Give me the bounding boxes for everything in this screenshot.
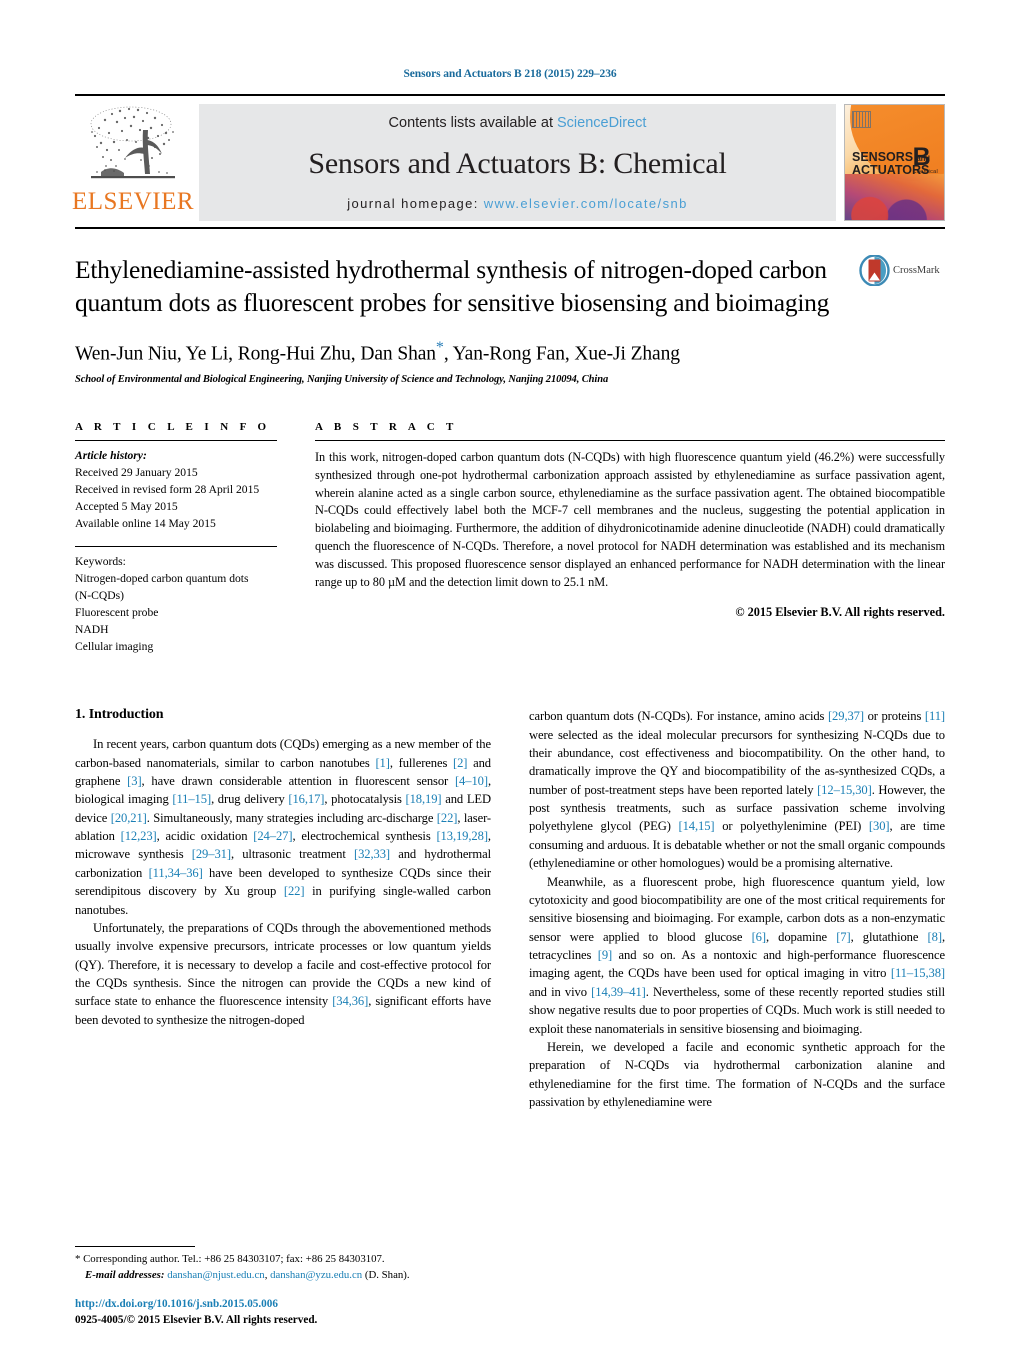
citation-reference[interactable]: [7] (836, 930, 850, 944)
history-item: Received 29 January 2015 (75, 465, 198, 479)
elsevier-tree-icon (90, 106, 175, 179)
email-owner: (D. Shan). (362, 1268, 410, 1281)
cover-letter-sub: Chemical (912, 169, 938, 175)
paragraph: carbon quantum dots (N-CQDs). For instan… (529, 709, 945, 871)
corresponding-author-marker: * (435, 339, 444, 357)
citation-reference[interactable]: [14,39–41] (591, 985, 646, 999)
history-item: Accepted 5 May 2015 (75, 499, 178, 513)
footnote-rule (75, 1246, 195, 1248)
cover-line1: SENSORS (852, 150, 914, 164)
citation-reference[interactable]: [6] (752, 930, 766, 944)
journal-article-first-page: Sensors and Actuators B 218 (2015) 229–2… (0, 0, 1020, 1351)
issn-copyright-line: 0925-4005/© 2015 Elsevier B.V. All right… (75, 1314, 318, 1327)
contents-list-line: Contents lists available at ScienceDirec… (389, 115, 647, 131)
email-link-2[interactable]: danshan@yzu.edu.cn (270, 1269, 362, 1281)
citation-reference[interactable]: [1] (375, 756, 389, 770)
citation-reference[interactable]: [11,34–36] (149, 866, 203, 880)
keywords-label: Keywords: (75, 554, 126, 568)
article-info-column: A R T I C L E I N F O Article history: R… (75, 421, 315, 655)
citation-reference[interactable]: [16,17] (288, 792, 324, 806)
keyword-item: Nitrogen-doped carbon quantum dots (75, 571, 249, 585)
citation-reference[interactable]: [29,37] (828, 709, 864, 723)
citation-reference[interactable]: [32,33] (354, 847, 390, 861)
sciencedirect-link[interactable]: ScienceDirect (557, 115, 646, 131)
paragraph: Meanwhile, as a fluorescent probe, high … (529, 874, 945, 1036)
keywords-block: Keywords: Nitrogen-doped carbon quantum … (75, 547, 277, 655)
doi-link[interactable]: http://dx.doi.org/10.1016/j.snb.2015.05.… (75, 1297, 317, 1313)
citation-reference[interactable]: [20,21] (111, 811, 147, 825)
journal-title: Sensors and Actuators B: Chemical (308, 146, 727, 180)
citation-reference[interactable]: [29–31] (192, 847, 231, 861)
crossmark-label: CrossMark (893, 265, 940, 276)
journal-banner-center: Contents lists available at ScienceDirec… (199, 104, 836, 221)
body-columns: 1. Introduction In recent years, carbon … (75, 707, 945, 1111)
keyword-item: Cellular imaging (75, 640, 154, 654)
citation-reference[interactable]: [9] (598, 948, 612, 962)
cover-elsevier-mark-icon (852, 111, 871, 128)
citation-reference[interactable]: [11–15] (172, 792, 211, 806)
history-item: Available online 14 May 2015 (75, 516, 216, 530)
citation-reference[interactable]: [3] (127, 774, 141, 788)
citation-reference[interactable]: [12,23] (121, 829, 157, 843)
citation-reference[interactable]: [18,19] (406, 792, 442, 806)
title-block: Ethylenediamine-assisted hydrothermal sy… (75, 229, 945, 319)
keyword-item: (N-CQDs) (75, 589, 124, 602)
abstract-text: In this work, nitrogen-doped carbon quan… (315, 449, 945, 590)
citation-reference[interactable]: [8] (928, 930, 942, 944)
journal-homepage-line: journal homepage: www.elsevier.com/locat… (347, 196, 687, 211)
citation-reference[interactable]: [11] (925, 709, 945, 723)
citation-reference[interactable]: [30] (869, 819, 890, 833)
author-list: Wen-Jun Niu, Ye Li, Rong-Hui Zhu, Dan Sh… (75, 339, 945, 366)
body-column-right: carbon quantum dots (N-CQDs). For instan… (529, 707, 945, 1111)
history-item: Received in revised form 28 April 2015 (75, 482, 260, 496)
citation-reference[interactable]: [11–15,38] (891, 966, 945, 980)
citation-reference[interactable]: [22] (284, 884, 305, 898)
paragraph: Herein, we developed a facile and econom… (529, 1039, 945, 1109)
citation-reference[interactable]: [12–15,30] (817, 783, 872, 797)
keyword-item: Fluorescent probe (75, 606, 159, 620)
keyword-item: NADH (75, 623, 109, 637)
paragraph: In recent years, carbon quantum dots (CQ… (75, 737, 492, 917)
journal-homepage-link[interactable]: www.elsevier.com/locate/snb (484, 196, 688, 211)
email-label: E-mail addresses: (85, 1268, 165, 1281)
article-info-heading: A R T I C L E I N F O (75, 420, 271, 433)
citation-reference[interactable]: [13,19,28] (436, 829, 488, 843)
doi-block: http://dx.doi.org/10.1016/j.snb.2015.05.… (75, 1297, 317, 1329)
page-title: Ethylenediamine-assisted hydrothermal sy… (75, 255, 830, 318)
elsevier-wordmark: ELSEVIER (71, 188, 195, 215)
article-history-label: Article history: (75, 448, 147, 462)
footnote-block: * Corresponding author. Tel.: +86 25 843… (75, 1246, 485, 1283)
abstract-copyright: © 2015 Elsevier B.V. All rights reserved… (735, 604, 945, 619)
citation-reference[interactable]: [22] (437, 811, 458, 825)
citation-reference[interactable]: [34,36] (332, 994, 368, 1008)
abstract-column: A B S T R A C T In this work, nitrogen-d… (315, 421, 945, 655)
author-affiliation: School of Environmental and Biological E… (75, 373, 609, 385)
email-note: E-mail addresses: danshan@njust.edu.cn, … (75, 1268, 485, 1283)
section-heading-introduction: 1. Introduction (75, 707, 164, 723)
crossmark-icon (859, 255, 890, 286)
citation-reference[interactable]: [4–10] (455, 774, 488, 788)
email-link-1[interactable]: danshan@njust.edu.cn (167, 1269, 265, 1281)
paragraph: Unfortunately, the preparations of CQDs … (75, 920, 491, 1027)
authors-main: Wen-Jun Niu, Ye Li, Rong-Hui Zhu, Dan Sh… (75, 343, 436, 365)
contents-prefix: Contents lists available at (388, 115, 557, 131)
running-head: Sensors and Actuators B 218 (2015) 229–2… (403, 68, 617, 80)
info-abstract-row: A R T I C L E I N F O Article history: R… (75, 421, 945, 655)
citation-reference[interactable]: [24–27] (253, 829, 292, 843)
crossmark-badge[interactable]: CrossMark (859, 253, 945, 286)
authors-tail: , Yan-Rong Fan, Xue-Ji Zhang (443, 343, 680, 365)
homepage-prefix: journal homepage: (347, 196, 484, 211)
article-history-block: Article history: Received 29 January 201… (75, 441, 277, 532)
citation-reference[interactable]: [14,15] (678, 819, 714, 833)
journal-cover-thumbnail: SENSORS and ACTUATORS B Chemical (844, 104, 945, 221)
elsevier-logo: ELSEVIER (71, 96, 195, 227)
journal-banner: ELSEVIER Contents lists available at Sci… (71, 94, 945, 227)
abstract-heading: A B S T R A C T (315, 420, 458, 433)
cover-letter: B (912, 143, 931, 171)
corresponding-author-note: * Corresponding author. Tel.: +86 25 843… (75, 1253, 385, 1266)
citation-reference[interactable]: [2] (453, 756, 467, 770)
body-column-left: 1. Introduction In recent years, carbon … (75, 707, 491, 1111)
